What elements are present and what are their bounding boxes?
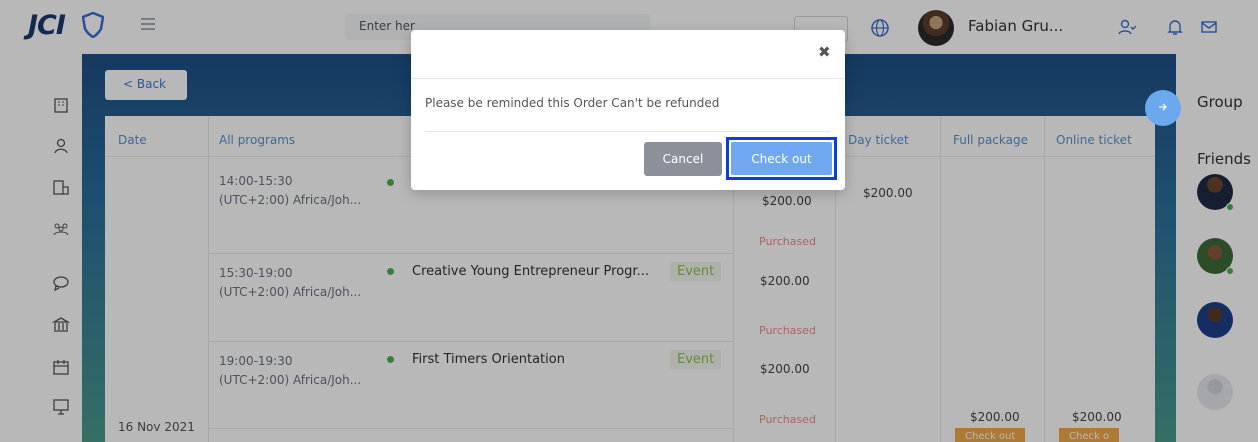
dialog-message: Please be reminded this Order Can't be r… [425, 96, 720, 110]
dialog-divider [425, 131, 830, 132]
dialog-divider [411, 78, 845, 79]
cancel-button[interactable]: Cancel [644, 142, 722, 176]
arrow-right-icon [1159, 103, 1167, 111]
collapse-panel-button[interactable] [1145, 90, 1181, 126]
close-icon[interactable]: ✖ [818, 43, 831, 61]
checkout-button[interactable]: Check out [731, 142, 832, 175]
